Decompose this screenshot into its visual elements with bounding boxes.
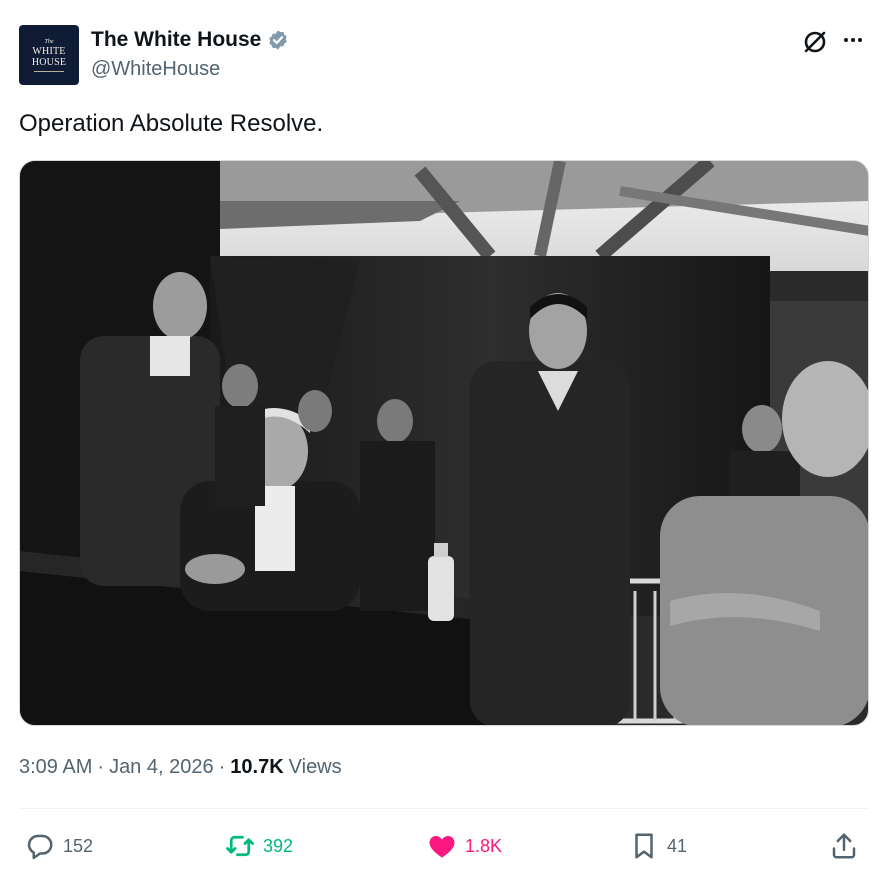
views-label: Views <box>288 756 342 778</box>
avatar-rule <box>34 70 64 72</box>
bookmark-count: 41 <box>667 835 688 856</box>
tweet-date[interactable]: Jan 4, 2026 <box>109 756 214 779</box>
share-icon <box>832 833 856 859</box>
bookmark-icon <box>635 833 653 859</box>
action-bar: 152 392 1.8K 41 <box>19 826 869 866</box>
photo-scene <box>20 161 868 725</box>
tweet-text: Operation Absolute Resolve. <box>19 110 324 137</box>
retweet-icon <box>226 835 254 857</box>
like-button[interactable]: 1.8K <box>427 826 502 866</box>
avatar-text-line1: WHITE <box>32 45 66 57</box>
reply-button[interactable]: 152 <box>25 826 93 866</box>
retweet-button[interactable]: 392 <box>225 826 293 866</box>
more-icon[interactable] <box>841 28 865 52</box>
verified-badge-icon[interactable] <box>267 29 289 51</box>
display-name[interactable]: The White House <box>91 28 261 52</box>
avatar[interactable]: The WHITE HOUSE <box>19 25 79 85</box>
reply-icon <box>27 834 53 860</box>
grok-icon[interactable] <box>801 28 829 56</box>
tweet-photo[interactable] <box>19 160 869 726</box>
tweet-header: The WHITE HOUSE The White House @WhiteHo… <box>19 24 869 86</box>
avatar-text-small: The <box>44 38 54 45</box>
heart-icon <box>429 836 455 858</box>
divider <box>19 808 869 809</box>
share-button[interactable] <box>829 826 859 866</box>
bookmark-button[interactable]: 41 <box>629 826 687 866</box>
name-row: The White House <box>91 28 289 52</box>
reply-count: 152 <box>63 835 94 856</box>
views-count: 10.7K <box>230 756 284 778</box>
like-count: 1.8K <box>465 835 503 856</box>
handle[interactable]: @WhiteHouse <box>91 58 220 81</box>
meta-separator: · <box>218 756 226 778</box>
tweet-meta: 3:09 AM · Jan 4, 2026 · 10.7K Views <box>19 756 342 779</box>
retweet-count: 392 <box>263 835 294 856</box>
meta-separator: · <box>97 756 105 778</box>
tweet-time[interactable]: 3:09 AM <box>19 756 92 779</box>
avatar-text-line2: HOUSE <box>31 56 67 68</box>
